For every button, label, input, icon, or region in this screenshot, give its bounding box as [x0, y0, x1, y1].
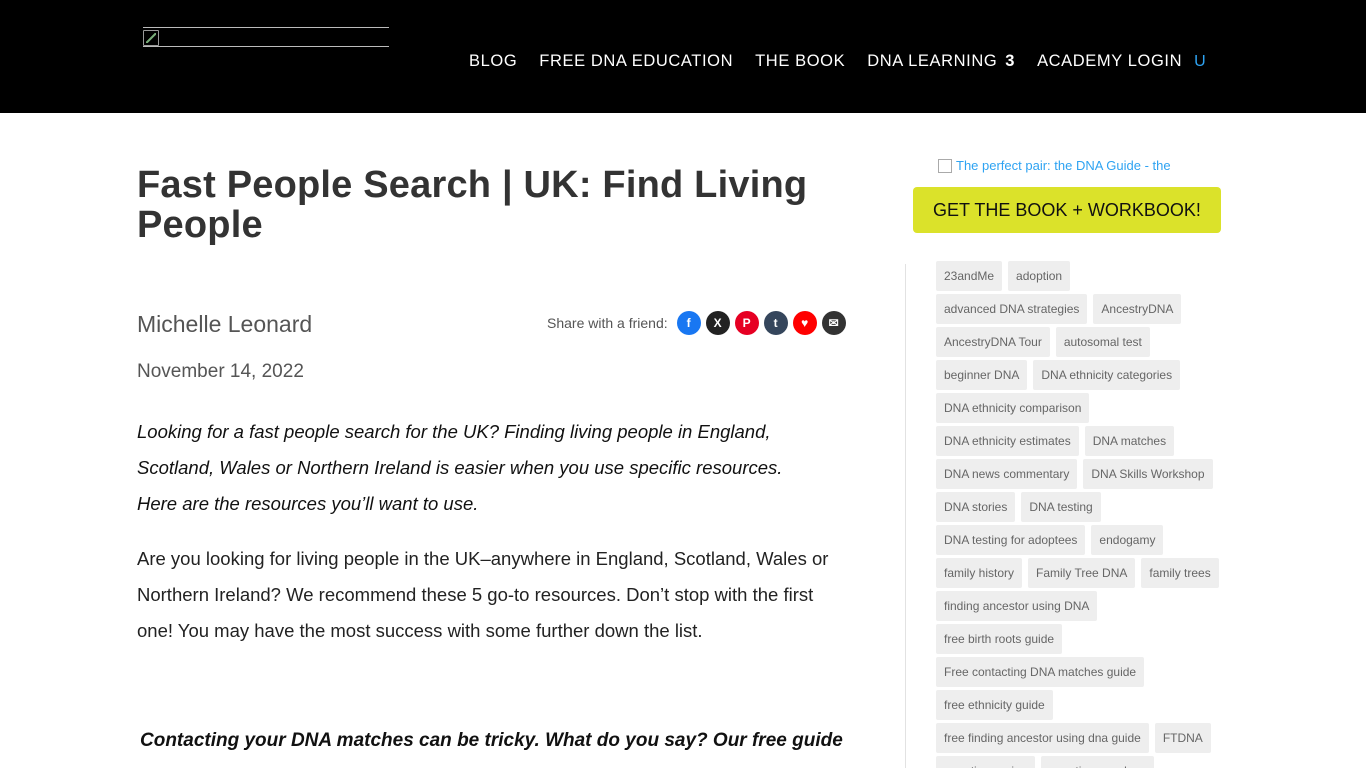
nav-blog[interactable]: BLOG [469, 52, 517, 71]
favorite-heart-icon[interactable]: ♥ [792, 311, 817, 335]
tag-link[interactable]: DNA ethnicity comparison [936, 393, 1090, 423]
tag-link[interactable]: autosomal test [1055, 327, 1150, 357]
tag-link[interactable]: DNA testing for adoptees [936, 525, 1086, 555]
tag-link[interactable]: Family Tree DNA [1028, 558, 1136, 588]
tag-link[interactable]: DNA testing [1021, 492, 1101, 522]
share-label: Share with a friend: [547, 315, 668, 331]
tag-link[interactable]: DNA ethnicity categories [1033, 360, 1181, 390]
article-paragraph: Are you looking for living people in the… [137, 548, 829, 641]
broken-image-icon [143, 30, 159, 46]
tag-link[interactable]: DNA news commentary [936, 459, 1078, 489]
tag-link[interactable]: Free contacting DNA matches guide [936, 657, 1145, 687]
tag-link[interactable]: free finding ancestor using dna guide [936, 723, 1149, 753]
tag-link[interactable]: endogamy [1091, 525, 1164, 555]
tumblr-share-icon[interactable]: t [763, 311, 788, 335]
email-share-icon[interactable]: ✉ [821, 311, 846, 335]
tag-link[interactable]: finding ancestor using DNA [936, 591, 1098, 621]
page-title: Fast People Search | UK: Find Living Peo… [137, 164, 808, 246]
tag-link[interactable]: genetic genealogy [1040, 756, 1155, 768]
tag-link[interactable]: DNA matches [1084, 426, 1175, 456]
tag-link[interactable]: DNA stories [936, 492, 1016, 522]
tag-link[interactable]: FTDNA [1154, 723, 1211, 753]
tag-link[interactable]: genetic cousins [936, 756, 1035, 768]
tag-link[interactable]: DNA ethnicity estimates [936, 426, 1079, 456]
broken-image-icon [938, 159, 952, 173]
tag-link[interactable]: beginner DNA [936, 360, 1028, 390]
book-promo-image-alt: The perfect pair: the DNA Guide - the [956, 159, 1171, 173]
tag-link[interactable]: free ethnicity guide [936, 690, 1053, 720]
tag-link[interactable]: adoption [1008, 261, 1071, 291]
tag-link[interactable]: 23andMe [936, 261, 1003, 291]
nav-the-book[interactable]: THE BOOK [755, 52, 845, 71]
get-book-button[interactable]: GET THE BOOK + WORKBOOK! [913, 187, 1221, 233]
pinterest-share-icon[interactable]: P [734, 311, 759, 335]
tag-link[interactable]: family trees [1141, 558, 1219, 588]
publish-date: November 14, 2022 [137, 361, 304, 382]
nav-dna-learning-label: DNA LEARNING [867, 52, 998, 70]
article-intro: Looking for a fast people search for the… [137, 421, 783, 514]
search-icon[interactable]: U [1194, 53, 1206, 71]
site-logo[interactable] [143, 27, 389, 47]
site-header: BLOG FREE DNA EDUCATION THE BOOK DNA LEA… [0, 0, 1366, 113]
guide-promo-text: Contacting your DNA matches can be trick… [140, 730, 843, 751]
main-nav: BLOG FREE DNA EDUCATION THE BOOK DNA LEA… [469, 52, 1206, 71]
tag-link[interactable]: advanced DNA strategies [936, 294, 1088, 324]
dropdown-caret-icon: 3 [1005, 52, 1016, 70]
x-share-icon[interactable]: X [705, 311, 730, 335]
tag-link[interactable]: DNA Skills Workshop [1083, 459, 1213, 489]
book-promo-image[interactable]: The perfect pair: the DNA Guide - the [938, 159, 1198, 181]
nav-academy-login[interactable]: ACADEMY LOGIN [1037, 52, 1182, 71]
facebook-share-icon[interactable]: f [676, 311, 701, 335]
tag-link[interactable]: AncestryDNA [1093, 294, 1182, 324]
tag-cloud: 23andMe adoptionadvanced DNA strategies An… [936, 261, 1226, 768]
nav-free-dna-education[interactable]: FREE DNA EDUCATION [539, 52, 733, 71]
tag-link[interactable]: family history [936, 558, 1023, 588]
tag-link[interactable]: free birth roots guide [936, 624, 1063, 654]
share-bar: Share with a friend: f X P t ♥ ✉ [547, 311, 846, 335]
author-name[interactable]: Michelle Leonard [137, 311, 312, 338]
nav-dna-learning[interactable]: DNA LEARNING 3 [867, 52, 1015, 71]
tag-link[interactable]: AncestryDNA Tour [936, 327, 1050, 357]
sidebar-divider [905, 264, 906, 768]
